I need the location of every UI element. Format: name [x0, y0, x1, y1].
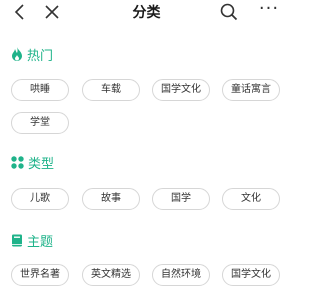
section-header-theme: 主题 — [11, 231, 54, 250]
section-header-type: 类型 — [11, 153, 55, 172]
book-icon — [12, 234, 22, 246]
chip[interactable]: 车载 — [82, 79, 140, 101]
chip[interactable]: 国学 — [152, 188, 210, 210]
chip[interactable]: 国学文化 — [222, 264, 280, 286]
section-title: 热门 — [27, 48, 54, 64]
more-button[interactable]: ··· — [255, 0, 283, 23]
grid-dots-icon — [11, 155, 24, 169]
search-button[interactable] — [218, 1, 240, 23]
chip[interactable]: 故事 — [82, 188, 140, 210]
top-bar: 分类 ··· — [0, 0, 293, 24]
section-title: 主题 — [27, 234, 54, 250]
chip[interactable]: 哄睡 — [11, 79, 69, 101]
section-header-hot: 热门 — [11, 45, 54, 64]
chip[interactable]: 学堂 — [11, 112, 69, 134]
page-title: 分类 — [132, 5, 161, 21]
chip[interactable]: 儿歌 — [11, 188, 69, 210]
search-icon — [220, 3, 238, 21]
more-dots-icon: ··· — [258, 0, 280, 19]
chip[interactable]: 世界名著 — [11, 264, 69, 286]
chip[interactable]: 童话寓言 — [222, 79, 280, 101]
chip[interactable]: 自然环境 — [152, 264, 210, 286]
chip[interactable]: 国学文化 — [152, 79, 210, 101]
chip[interactable]: 文化 — [222, 188, 280, 210]
section-title: 类型 — [28, 156, 55, 172]
chip[interactable]: 英文精选 — [82, 264, 140, 286]
flame-icon — [12, 47, 22, 61]
